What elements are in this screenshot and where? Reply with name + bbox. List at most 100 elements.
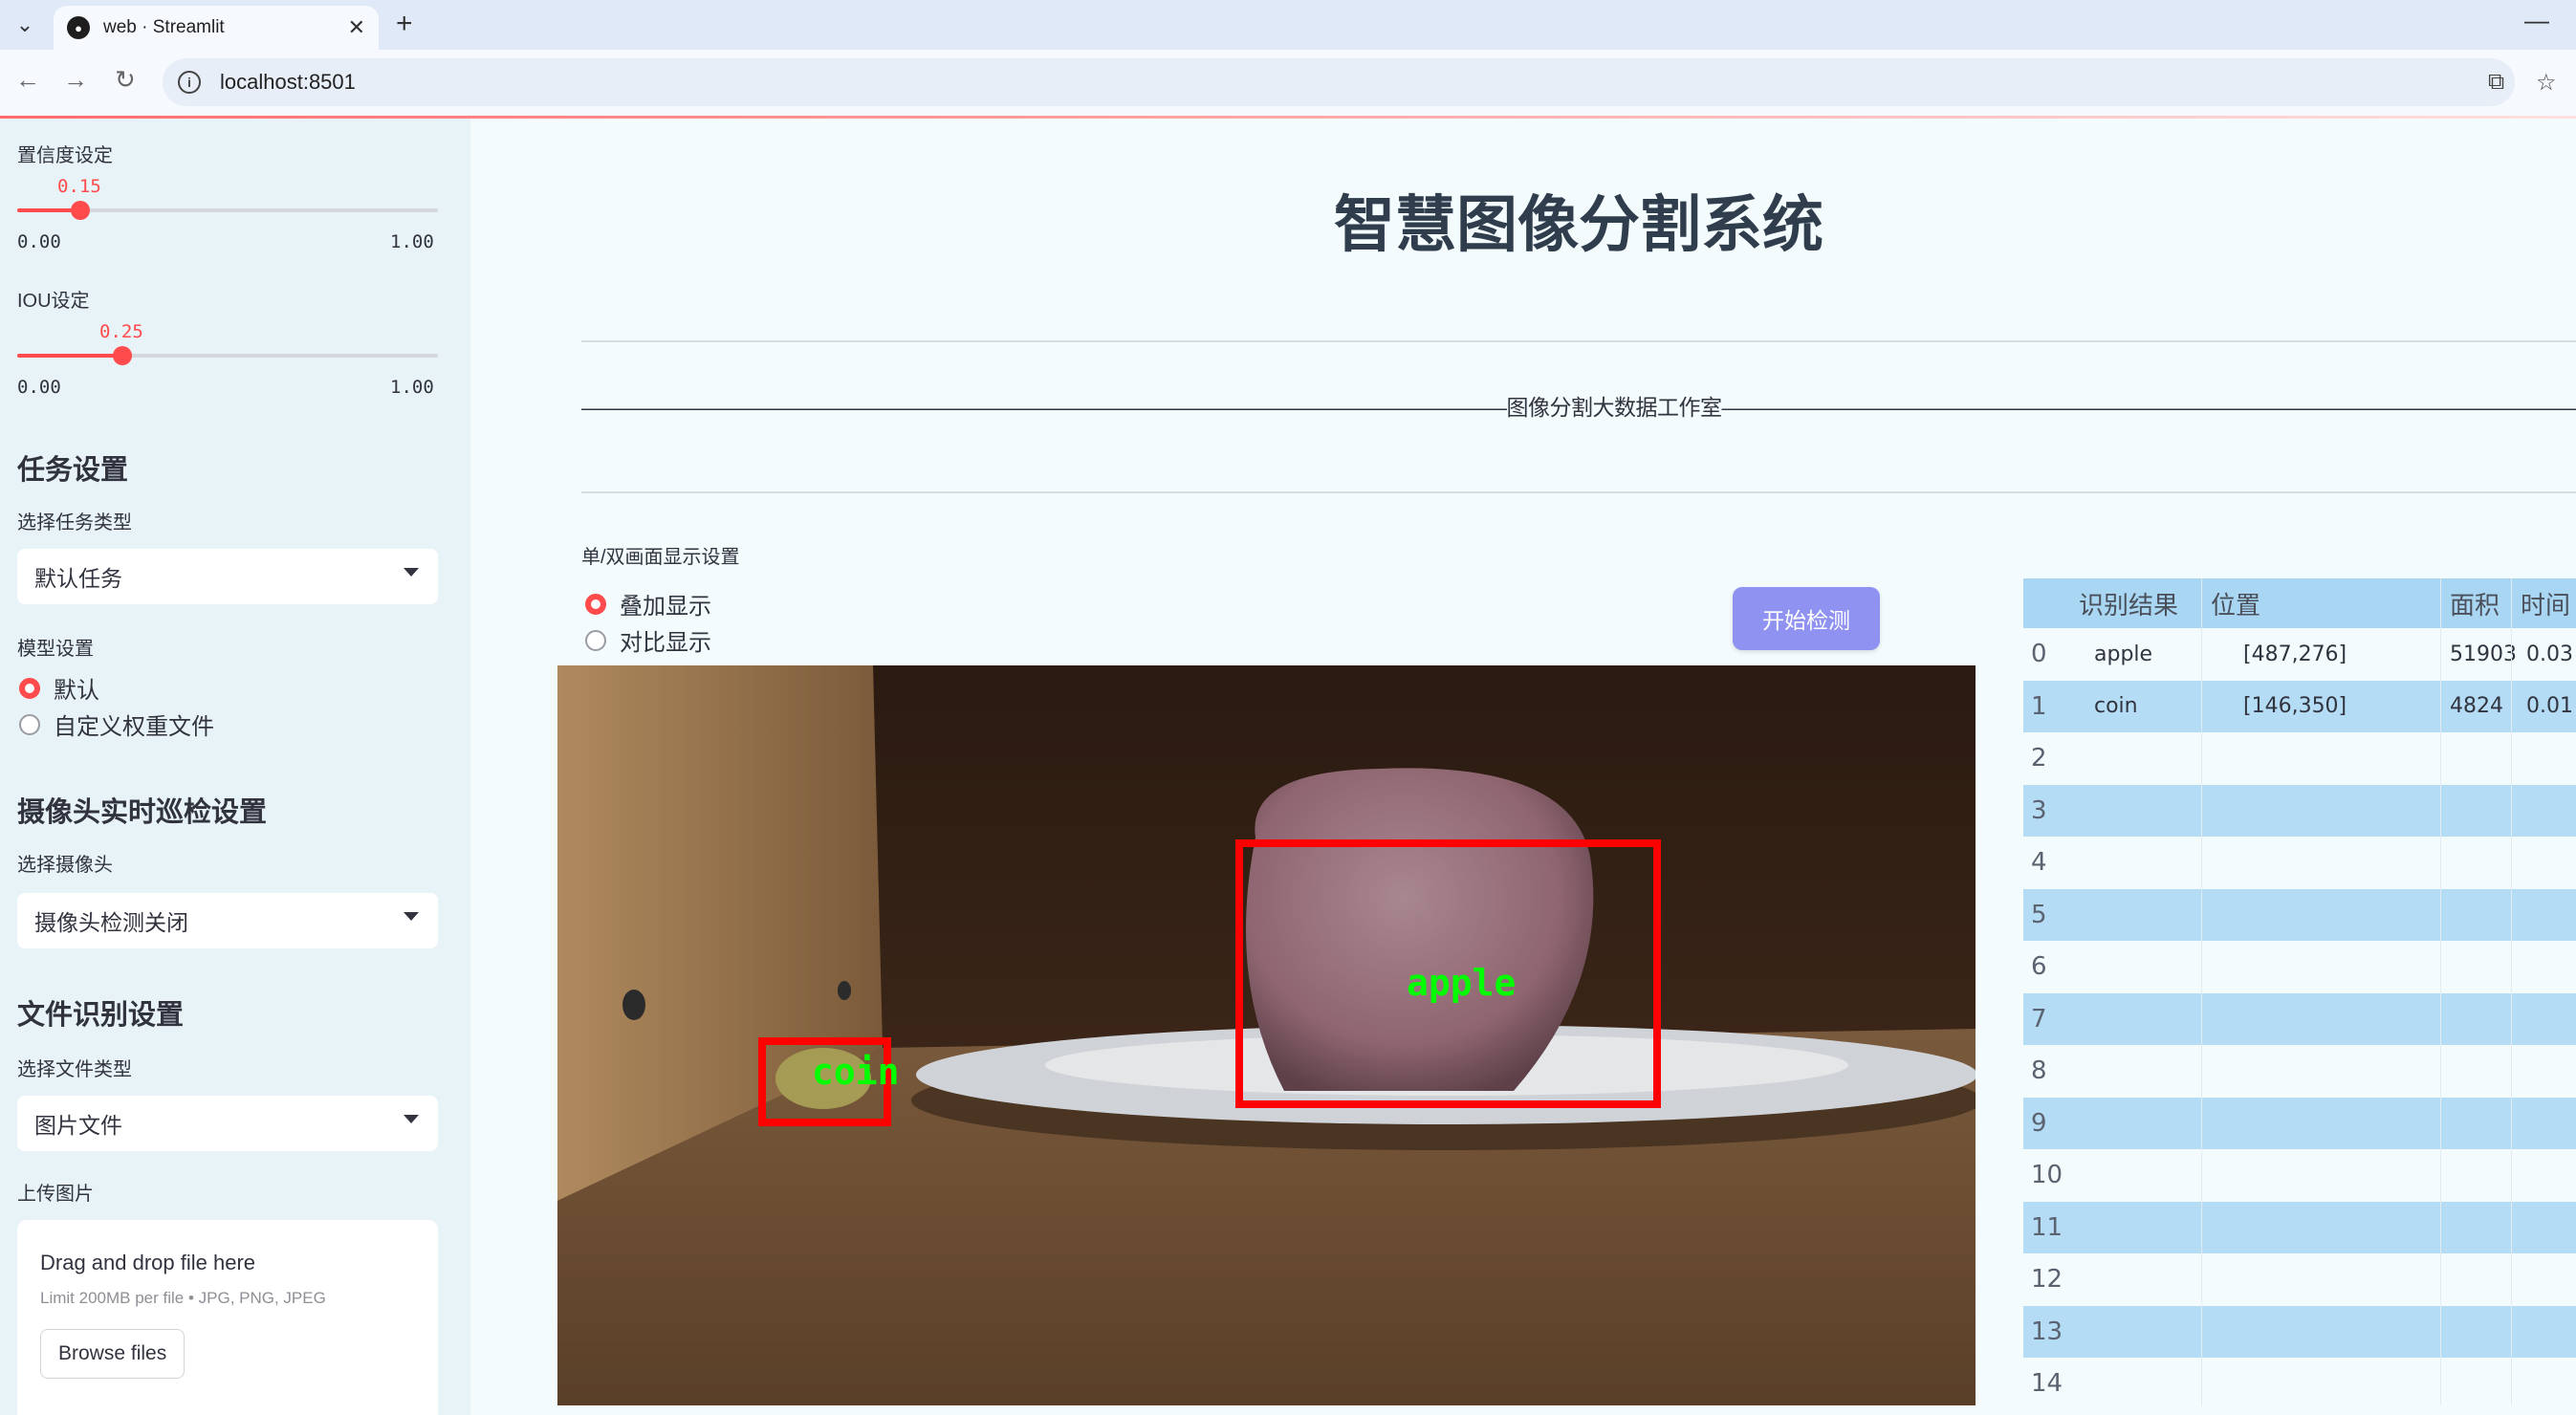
display-radio-overlay[interactable]: 叠加显示 (585, 587, 711, 620)
column-divider (2440, 578, 2441, 1405)
column-divider (2511, 578, 2512, 1405)
site-info-icon[interactable]: i (178, 71, 201, 94)
reload-icon[interactable]: ↻ (115, 65, 136, 95)
scene-apple (1246, 768, 1594, 1091)
url-text: localhost:8501 (220, 70, 356, 94)
iou-slider[interactable] (17, 346, 438, 365)
row-index: 10 (2031, 1161, 2063, 1189)
display-option-overlay-label: 叠加显示 (620, 594, 711, 620)
file-settings-heading: 文件识别设置 (17, 1000, 185, 1031)
col-header-area[interactable]: 面积 (2450, 578, 2500, 628)
browser-tab-bar: ⌄ ● web · Streamlit ✕ + — (0, 0, 2576, 50)
model-radio-custom[interactable]: 自定义权重文件 (19, 708, 214, 741)
table-row[interactable]: 2 (2023, 732, 2576, 784)
table-row[interactable]: 9 (2023, 1097, 2576, 1149)
table-row[interactable]: 7 (2023, 992, 2576, 1045)
confidence-max: 1.00 (390, 231, 434, 252)
camera-select-label: 选择摄像头 (17, 855, 113, 876)
row-index: 0 (2031, 640, 2047, 668)
close-tab-icon[interactable]: ✕ (348, 15, 365, 40)
col-header-position[interactable]: 位置 (2211, 578, 2260, 628)
row-index: 5 (2031, 900, 2047, 929)
cell-position: [146,350] (2243, 694, 2347, 718)
browser-tab[interactable]: ● web · Streamlit ✕ (54, 6, 379, 50)
row-index: 1 (2031, 691, 2047, 721)
bookmark-star-icon[interactable]: ☆ (2536, 69, 2557, 97)
start-detection-button[interactable]: 开始检测 (1733, 587, 1880, 650)
task-type-select[interactable]: 默认任务 (17, 549, 438, 604)
table-row[interactable]: 6 (2023, 941, 2576, 992)
camera-select[interactable]: 摄像头检测关闭 (17, 893, 438, 948)
row-index: 8 (2031, 1056, 2047, 1085)
model-radio-default[interactable]: 默认 (19, 671, 99, 705)
minimize-window-icon[interactable]: — (2524, 6, 2549, 35)
model-settings-label: 模型设置 (17, 639, 94, 660)
divider-top (581, 340, 2576, 342)
iou-max: 1.00 (390, 377, 434, 398)
streamlit-favicon-icon: ● (67, 16, 90, 39)
confidence-slider[interactable] (17, 201, 438, 220)
model-option-custom-label: 自定义权重文件 (54, 714, 214, 740)
cell-result: coin (2094, 694, 2138, 718)
camera-settings-heading: 摄像头实时巡检设置 (17, 797, 268, 828)
table-row[interactable]: 3 (2023, 784, 2576, 837)
table-row[interactable]: 10 (2023, 1149, 2576, 1201)
cell-time: 0.03 (2526, 642, 2573, 666)
col-header-time[interactable]: 时间 (2521, 578, 2570, 628)
url-input[interactable]: i localhost:8501 (163, 58, 2515, 106)
table-row[interactable]: 0 apple [487,276] 51903 0.03 (2023, 628, 2576, 680)
file-type-select[interactable]: 图片文件 (17, 1096, 438, 1151)
tab-title: web · Streamlit (103, 17, 225, 37)
tab-search-chevron-icon[interactable]: ⌄ (8, 8, 42, 42)
table-row[interactable]: 11 (2023, 1201, 2576, 1253)
task-settings-heading: 任务设置 (17, 455, 129, 486)
table-row[interactable]: 14 (2023, 1358, 2576, 1405)
row-index: 14 (2031, 1369, 2063, 1398)
cell-result: apple (2094, 642, 2153, 666)
iou-slider-thumb[interactable] (113, 346, 132, 365)
radio-unselected-icon (585, 629, 606, 651)
dropzone-title: Drag and drop file here (40, 1251, 256, 1274)
detection-label-coin: coin (812, 1051, 900, 1093)
row-index: 7 (2031, 1004, 2047, 1034)
chevron-down-icon (404, 912, 419, 921)
forward-arrow-icon[interactable]: → (63, 65, 88, 95)
row-index: 13 (2031, 1317, 2063, 1346)
radio-unselected-icon (19, 713, 40, 735)
cell-time: 0.01 (2526, 694, 2573, 718)
table-row[interactable]: 8 (2023, 1045, 2576, 1097)
row-index: 12 (2031, 1265, 2063, 1294)
new-tab-plus-icon[interactable]: + (396, 8, 413, 40)
confidence-slider-thumb[interactable] (71, 201, 90, 220)
confidence-label: 置信度设定 (17, 145, 113, 166)
iou-label: IOU设定 (17, 291, 90, 312)
row-index: 6 (2031, 952, 2047, 981)
table-row[interactable]: 5 (2023, 888, 2576, 941)
confidence-value: 0.15 (57, 176, 101, 197)
table-row[interactable]: 13 (2023, 1305, 2576, 1358)
display-radio-compare[interactable]: 对比显示 (585, 623, 711, 657)
scene-screw-hole (838, 981, 851, 1000)
translate-icon[interactable]: ⧉ (2488, 69, 2504, 96)
back-arrow-icon[interactable]: ← (15, 65, 40, 95)
chevron-down-icon (404, 568, 419, 577)
table-row[interactable]: 1 coin [146,350] 4824 0.01 (2023, 680, 2576, 732)
iou-value: 0.25 (99, 321, 143, 342)
browse-files-button[interactable]: Browse files (40, 1329, 186, 1379)
results-table[interactable]: 识别结果 位置 面积 时间 0 apple [487,276] 51903 0.03 1 c… (2023, 578, 2576, 1405)
upload-label: 上传图片 (17, 1184, 94, 1205)
file-dropzone[interactable]: Drag and drop file here Limit 200MB per … (17, 1220, 438, 1415)
radio-selected-icon (19, 677, 40, 699)
col-header-result[interactable]: 识别结果 (2079, 578, 2178, 628)
cell-position: [487,276] (2243, 642, 2347, 666)
sidebar: 置信度设定 0.15 0.00 1.00 IOU设定 0.25 0.00 1.0… (0, 119, 470, 1415)
dropzone-limit: Limit 200MB per file • JPG, PNG, JPEG (40, 1289, 326, 1307)
iou-min: 0.00 (17, 377, 61, 398)
confidence-min: 0.00 (17, 231, 61, 252)
table-row[interactable]: 4 (2023, 837, 2576, 888)
row-index: 3 (2031, 795, 2047, 825)
table-row[interactable]: 12 (2023, 1253, 2576, 1305)
task-type-selected: 默认任务 (34, 566, 122, 591)
page-title: 智慧图像分割系统 (1334, 190, 1823, 261)
cell-area: 4824 (2450, 694, 2503, 718)
